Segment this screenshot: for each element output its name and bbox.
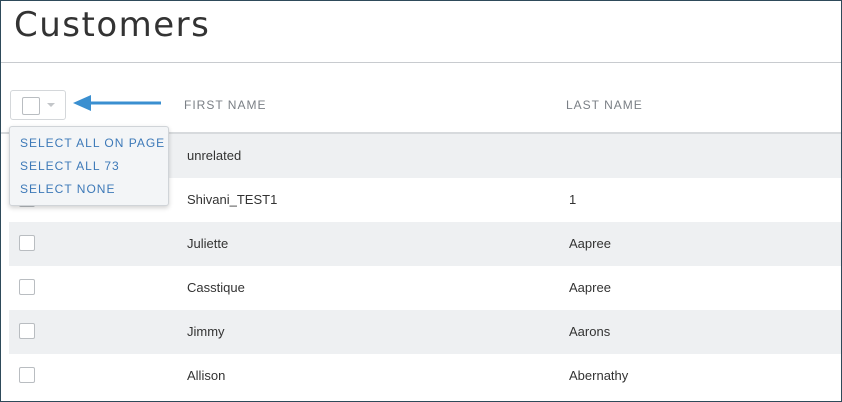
first-name-cell: unrelated: [187, 148, 242, 163]
first-name-cell: Juliette: [187, 236, 229, 251]
first-name-cell: Shivani_TEST1: [187, 192, 278, 207]
table-row[interactable]: Jimmy Aarons: [9, 310, 841, 354]
first-name-cell: Jimmy: [187, 324, 225, 339]
select-all-checkbox[interactable]: [22, 97, 40, 115]
table-row[interactable]: Allison Abernathy: [9, 354, 841, 398]
column-header-last-name[interactable]: LAST NAME: [566, 98, 643, 112]
menu-item-select-all[interactable]: SELECT ALL 73: [20, 159, 120, 173]
table-row[interactable]: Juliette Aapree: [9, 222, 841, 266]
bulk-select-dropdown[interactable]: [10, 90, 66, 120]
row-checkbox[interactable]: [19, 367, 35, 383]
row-checkbox[interactable]: [19, 235, 35, 251]
last-name-cell: Aarons: [569, 324, 611, 339]
last-name-cell: 1: [569, 192, 577, 207]
row-checkbox[interactable]: [19, 279, 35, 295]
menu-item-select-none[interactable]: SELECT NONE: [20, 182, 115, 196]
chevron-down-icon[interactable]: [47, 103, 55, 107]
bulk-select-menu: SELECT ALL ON PAGE SELECT ALL 73 SELECT …: [9, 126, 169, 206]
last-name-cell: Aapree: [569, 236, 611, 251]
first-name-cell: Casstique: [187, 280, 245, 295]
last-name-cell: Aapree: [569, 280, 611, 295]
first-name-cell: Allison: [187, 368, 226, 383]
customers-window: Customers FIRST NAME LAST NAME unrelated…: [0, 0, 842, 402]
column-header-first-name[interactable]: FIRST NAME: [184, 98, 266, 112]
last-name-cell: Abernathy: [569, 368, 629, 383]
row-checkbox[interactable]: [19, 323, 35, 339]
page-title: Customers: [14, 5, 211, 45]
table-row[interactable]: Casstique Aapree: [9, 266, 841, 310]
arrow-left-icon: [73, 95, 161, 111]
menu-item-select-all-on-page[interactable]: SELECT ALL ON PAGE: [20, 136, 165, 150]
